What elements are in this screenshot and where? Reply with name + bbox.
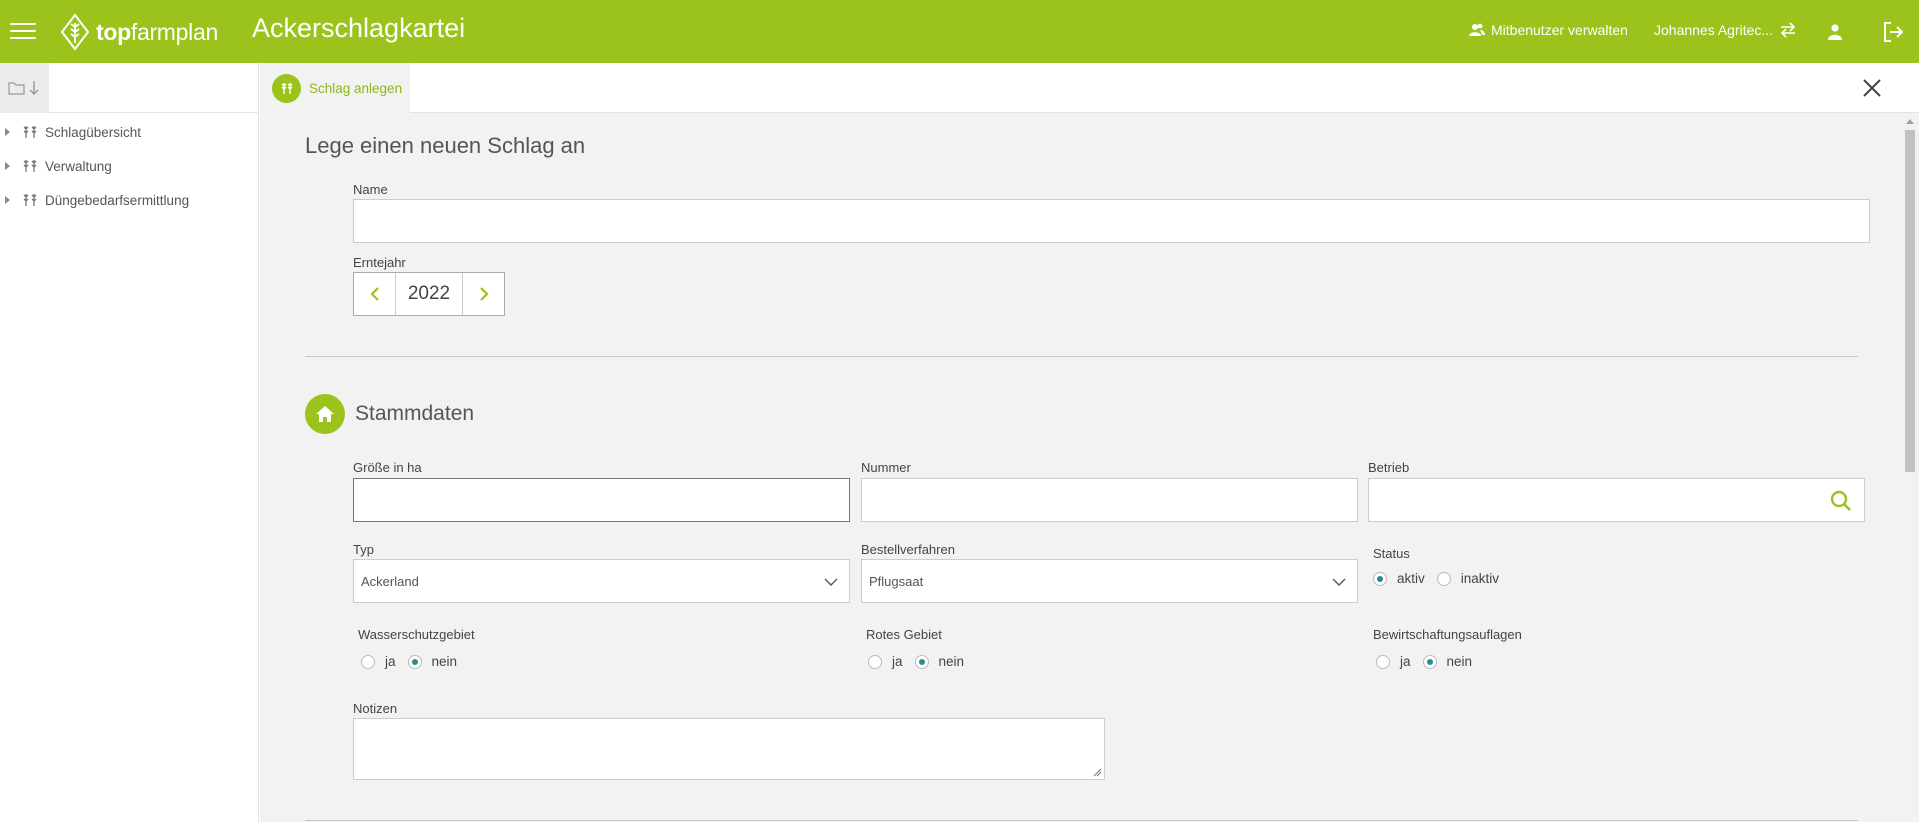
expand-arrow-icon[interactable] — [5, 162, 10, 170]
swap-arrows-icon — [1780, 22, 1796, 38]
tab-schlag-anlegen[interactable]: Schlag anlegen — [260, 63, 410, 113]
tab-bar: Schlag anlegen — [260, 63, 1919, 113]
no-label: nein — [431, 654, 458, 669]
expand-arrow-icon[interactable] — [5, 196, 10, 204]
water-protection-label: Wasserschutzgebiet — [358, 627, 475, 642]
hamburger-menu-icon[interactable] — [10, 19, 38, 43]
status-inactive-label: inaktiv — [1460, 571, 1500, 586]
water-protection-radio-group: ja nein — [361, 654, 469, 669]
close-icon[interactable] — [1861, 77, 1883, 99]
notes-textarea[interactable] — [353, 718, 1105, 780]
type-value: Ackerland — [361, 573, 419, 589]
account-name: Johannes Agritec... — [1654, 22, 1774, 38]
status-label: Status — [1373, 546, 1410, 561]
page-title: Lege einen neuen Schlag an — [305, 133, 586, 158]
section-divider — [305, 356, 1858, 357]
next-year-button[interactable] — [463, 273, 504, 315]
tab-label: Schlag anlegen — [309, 80, 403, 96]
status-inactive-radio[interactable] — [1436, 571, 1451, 586]
manage-co-users-link[interactable]: Mitbenutzer verwalten — [1469, 22, 1628, 38]
account-switcher[interactable]: Johannes Agritec... — [1654, 22, 1797, 38]
expand-arrow-icon[interactable] — [5, 128, 10, 136]
previous-year-button[interactable] — [354, 273, 395, 315]
wheat-icon — [23, 194, 37, 206]
sidebar-item-label: Düngebedarfsermittlung — [45, 192, 190, 208]
section-divider-bottom — [305, 820, 1858, 821]
notes-label: Notizen — [353, 701, 398, 716]
logo[interactable]: topfarmplan — [60, 12, 218, 52]
red-area-label: Rotes Gebiet — [866, 627, 942, 642]
size-input[interactable] — [353, 478, 850, 522]
management-no-radio[interactable] — [1422, 654, 1437, 669]
folder-sort-button[interactable] — [0, 63, 49, 113]
wheat-icon — [272, 73, 301, 103]
vertical-scrollbar[interactable] — [1900, 114, 1919, 822]
number-input[interactable] — [861, 478, 1358, 522]
name-label: Name — [353, 182, 388, 197]
farm-label: Betrieb — [1368, 460, 1410, 475]
status-active-radio[interactable] — [1373, 571, 1387, 586]
search-icon[interactable] — [1830, 490, 1852, 512]
red-area-no-radio[interactable] — [914, 654, 929, 669]
form-content: Lege einen neuen Schlag an Name Erntejah… — [260, 114, 1900, 822]
harvest-year-stepper: 2022 — [353, 272, 505, 316]
app-title: Ackerschlagkartei — [252, 13, 466, 43]
sidebar: Schlagübersicht Verwaltung Düngebedarfse… — [0, 63, 259, 822]
status-radio-group: aktiv inaktiv — [1373, 571, 1511, 586]
name-input[interactable] — [353, 199, 1870, 243]
user-profile-icon[interactable] — [1821, 18, 1849, 46]
size-label: Größe in ha — [353, 460, 422, 475]
chevron-down-icon — [1332, 578, 1346, 586]
folder-sort-icon — [7, 81, 38, 95]
chevron-left-icon — [369, 287, 379, 301]
wheat-icon — [23, 126, 37, 138]
resize-handle-icon[interactable] — [1093, 768, 1102, 777]
chevron-down-icon — [824, 578, 838, 586]
sidebar-item-label: Schlagübersicht — [45, 124, 142, 140]
scroll-up-arrow-icon[interactable] — [1906, 119, 1914, 124]
yes-label: ja — [1400, 654, 1411, 669]
main-area: Schlag anlegen Lege einen neuen Schlag a… — [260, 63, 1919, 822]
top-bar: topfarmplan Ackerschlagkartei Mitbenutze… — [0, 0, 1919, 63]
sidebar-toolbar — [0, 63, 258, 113]
management-radio-group: ja nein — [1376, 654, 1484, 669]
type-label: Typ — [353, 542, 374, 557]
status-active-label: aktiv — [1397, 571, 1425, 586]
scrollbar-thumb[interactable] — [1905, 130, 1915, 472]
management-label: Bewirtschaftungsauflagen — [1373, 627, 1522, 642]
no-label: nein — [938, 654, 965, 669]
tillage-label: Bestellverfahren — [861, 542, 955, 557]
logo-text: topfarmplan — [96, 18, 218, 45]
red-area-yes-radio[interactable] — [868, 654, 882, 669]
number-label: Nummer — [861, 460, 911, 475]
farm-input[interactable] — [1368, 478, 1865, 522]
wheat-logo-icon — [60, 13, 90, 51]
harvest-year-value: 2022 — [395, 273, 463, 315]
water-protection-yes-radio[interactable] — [361, 654, 375, 669]
home-icon — [305, 394, 345, 434]
section-title: Stammdaten — [355, 402, 475, 425]
management-yes-radio[interactable] — [1376, 654, 1390, 669]
yes-label: ja — [892, 654, 903, 669]
wheat-icon — [23, 160, 37, 172]
chevron-right-icon — [479, 287, 489, 301]
yes-label: ja — [385, 654, 396, 669]
no-label: nein — [1446, 654, 1473, 669]
manage-co-users-label: Mitbenutzer verwalten — [1491, 22, 1628, 38]
harvest-year-label: Erntejahr — [353, 255, 406, 270]
red-area-radio-group: ja nein — [868, 654, 976, 669]
sidebar-item-label: Verwaltung — [45, 158, 112, 174]
type-select[interactable]: Ackerland — [353, 559, 850, 603]
users-icon — [1469, 23, 1485, 36]
logout-icon[interactable] — [1879, 18, 1907, 46]
water-protection-no-radio[interactable] — [407, 654, 422, 669]
tillage-select[interactable]: Pflugsaat — [861, 559, 1358, 603]
tillage-value: Pflugsaat — [869, 573, 924, 589]
